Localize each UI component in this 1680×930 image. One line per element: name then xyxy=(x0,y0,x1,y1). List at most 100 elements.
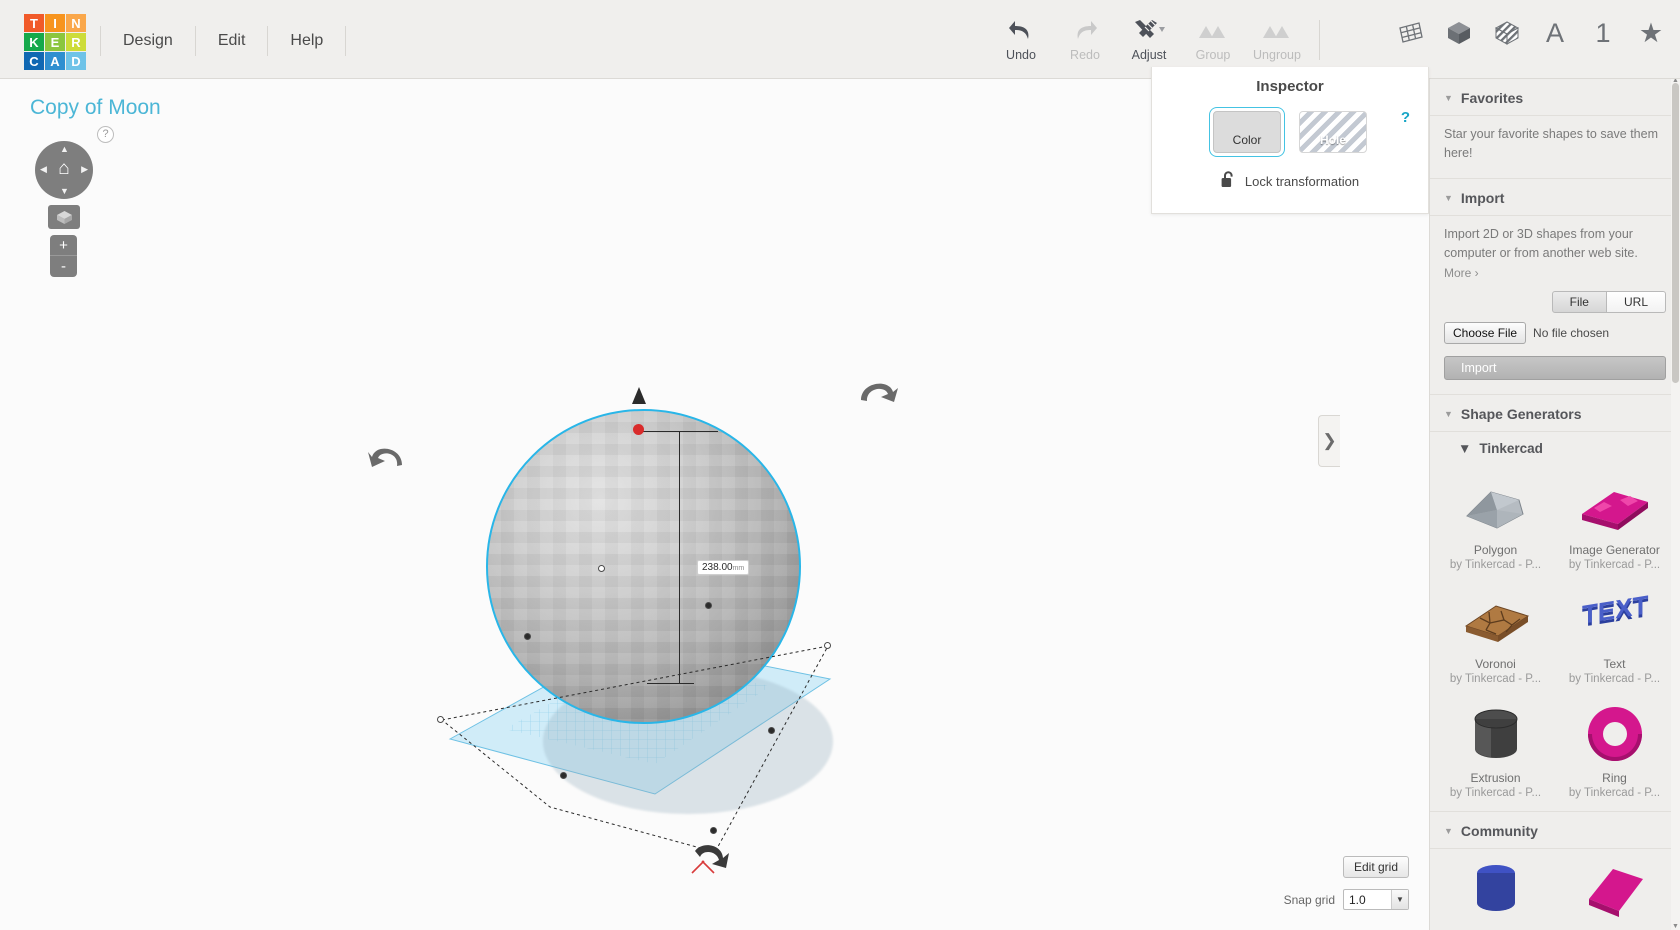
shape-generator-grid: Polygon by Tinkercad - P... Image Genera… xyxy=(1430,465,1680,811)
inspector-help-icon[interactable]: ? xyxy=(1401,109,1410,126)
community-shape-item-1[interactable] xyxy=(1436,851,1555,930)
hole-cube-icon[interactable] xyxy=(1492,16,1522,50)
inspector-swatches: Color Hole xyxy=(1152,111,1428,153)
scale-handle-corner-right[interactable] xyxy=(824,642,831,649)
no-file-chosen-label: No file chosen xyxy=(1533,325,1610,340)
shape-item-image-generator[interactable]: Image Generator by Tinkercad - P... xyxy=(1555,467,1674,581)
color-swatch-label: Color xyxy=(1232,133,1262,147)
subsection-title-tinkercad: Tinkercad xyxy=(1479,440,1543,456)
shapes-sidebar: ▼ Favorites Star your favorite shapes to… xyxy=(1429,79,1680,930)
logo-tile-d: D xyxy=(66,52,86,70)
scale-handle-corner-left[interactable] xyxy=(437,716,444,723)
chevron-down-icon: ▼ xyxy=(1444,825,1453,836)
rotate-handle-left-icon[interactable] xyxy=(368,437,410,479)
menu-item-design[interactable]: Design xyxy=(100,26,196,56)
shape-name-text: Text xyxy=(1603,656,1626,671)
ungroup-button[interactable]: Ungroup xyxy=(1245,8,1309,62)
section-body-favorites: Star your favorite shapes to save them h… xyxy=(1430,116,1680,178)
hole-swatch-button[interactable]: Hole xyxy=(1299,111,1367,153)
voronoi-thumb-icon xyxy=(1440,589,1551,651)
community-shape-item-2[interactable] xyxy=(1555,851,1674,930)
logo-tile-t: T xyxy=(24,14,44,32)
color-swatch-button[interactable]: Color xyxy=(1213,111,1281,153)
height-handle[interactable] xyxy=(633,424,644,435)
lock-transformation-label: Lock transformation xyxy=(1244,173,1360,189)
shape-author-voronoi: by Tinkercad - P... xyxy=(1449,672,1542,685)
scroll-down-icon[interactable]: ▼ xyxy=(1672,923,1679,930)
section-title-community: Community xyxy=(1460,822,1538,839)
section-header-shape-generators[interactable]: ▼ Shape Generators xyxy=(1430,393,1680,432)
shape-name-image-generator: Image Generator xyxy=(1569,542,1660,557)
scale-handle-bottom-left[interactable] xyxy=(560,772,567,779)
shape-author-ring: by Tinkercad - P... xyxy=(1568,786,1661,799)
shape-author-text: by Tinkercad - P... xyxy=(1568,672,1661,685)
edit-grid-button[interactable]: Edit grid xyxy=(1342,856,1409,878)
subsection-header-tinkercad[interactable]: ▼ Tinkercad xyxy=(1430,432,1680,465)
rotate-handle-top-right-icon[interactable] xyxy=(855,374,901,416)
import-more-link[interactable]: More › xyxy=(1444,266,1479,280)
section-title-shape-generators: Shape Generators xyxy=(1460,405,1582,422)
center-handle[interactable] xyxy=(598,565,605,572)
shape-item-extrusion[interactable]: Extrusion by Tinkercad - P... xyxy=(1436,695,1555,809)
section-title-favorites: Favorites xyxy=(1460,90,1524,106)
text-a-icon[interactable]: A xyxy=(1540,16,1570,50)
section-header-favorites[interactable]: ▼ Favorites xyxy=(1430,79,1680,116)
community-shape-grid xyxy=(1430,849,1680,930)
menu-item-help[interactable]: Help xyxy=(268,26,347,56)
shape-item-polygon[interactable]: Polygon by Tinkercad - P... xyxy=(1436,467,1555,581)
snap-grid-select[interactable]: 1.0 ▼ xyxy=(1343,889,1409,910)
choose-file-button[interactable]: Choose File xyxy=(1444,321,1527,344)
lock-transformation-toggle[interactable]: Lock transformation xyxy=(1152,170,1428,192)
favorites-star-icon[interactable]: ★ xyxy=(1636,16,1666,50)
cylinder-thumb-icon xyxy=(1440,859,1551,921)
redo-icon xyxy=(1053,18,1117,44)
panel-collapse-toggle[interactable]: ❯ xyxy=(1318,415,1340,467)
adjust-label: Adjust xyxy=(1131,48,1167,62)
adjust-button[interactable]: Adjust xyxy=(1117,8,1181,62)
sidebar-scroll-thumb[interactable] xyxy=(1672,83,1679,383)
shape-palette-icons: A 1 ★ xyxy=(1396,16,1666,50)
number-one-glyph: 1 xyxy=(1595,17,1611,48)
scale-handle-left[interactable] xyxy=(524,633,531,640)
section-header-community[interactable]: ▼ Community xyxy=(1430,810,1680,849)
ring-thumb-icon xyxy=(1559,703,1670,765)
ungroup-icon xyxy=(1245,18,1309,44)
inspector-panel: Inspector ? Color Hole Lock transformati… xyxy=(1151,67,1429,214)
svg-text:TEXT: TEXT xyxy=(1582,592,1648,630)
shape-item-text[interactable]: TEXT TEXT Text by Tinkercad - P... xyxy=(1555,581,1674,695)
polygon-thumb-icon xyxy=(1440,475,1551,537)
toolbar-divider xyxy=(1319,20,1320,60)
star-glyph: ★ xyxy=(1638,17,1664,48)
chevron-down-icon[interactable]: ▼ xyxy=(1391,890,1408,909)
workplane-icon[interactable] xyxy=(1396,16,1426,50)
scale-handle-front[interactable] xyxy=(705,602,712,609)
dimension-label[interactable]: 238.00mm xyxy=(697,560,750,575)
import-tab-url[interactable]: URL xyxy=(1606,290,1666,313)
undo-label: Undo xyxy=(1006,48,1036,62)
shape-item-voronoi[interactable]: Voronoi by Tinkercad - P... xyxy=(1436,581,1555,695)
import-button[interactable]: Import xyxy=(1444,355,1666,380)
unlock-padlock-icon xyxy=(1221,170,1236,192)
undo-button[interactable]: Undo xyxy=(989,8,1053,62)
section-header-import[interactable]: ▼ Import xyxy=(1430,177,1680,216)
tinkercad-logo[interactable]: T I N K E R C A D xyxy=(24,14,86,70)
dimension-value: 238.00 xyxy=(702,562,733,573)
chevron-down-icon: ▼ xyxy=(1458,440,1472,456)
rotate-handle-bottom-icon[interactable] xyxy=(690,839,736,885)
scale-handle-front-bottom[interactable] xyxy=(710,827,717,834)
top-cone-handle[interactable] xyxy=(632,387,646,404)
import-description: Import 2D or 3D shapes from your compute… xyxy=(1444,226,1638,261)
magenta-shape-thumb-icon xyxy=(1559,859,1670,921)
snap-grid-control: Snap grid 1.0 ▼ xyxy=(1284,889,1409,910)
scale-handle-bottom-right[interactable] xyxy=(768,727,775,734)
number-one-icon[interactable]: 1 xyxy=(1588,16,1618,50)
import-tab-file[interactable]: File xyxy=(1551,290,1607,313)
redo-button[interactable]: Redo xyxy=(1053,8,1117,62)
solid-cube-icon[interactable] xyxy=(1444,16,1474,50)
shape-item-ring[interactable]: Ring by Tinkercad - P... xyxy=(1555,695,1674,809)
shape-name-ring: Ring xyxy=(1602,770,1627,785)
menu-item-edit[interactable]: Edit xyxy=(196,26,269,56)
group-button[interactable]: Group xyxy=(1181,8,1245,62)
group-label: Group xyxy=(1195,48,1231,62)
sidebar-scrollbar[interactable]: ▲ ▼ xyxy=(1671,79,1680,930)
